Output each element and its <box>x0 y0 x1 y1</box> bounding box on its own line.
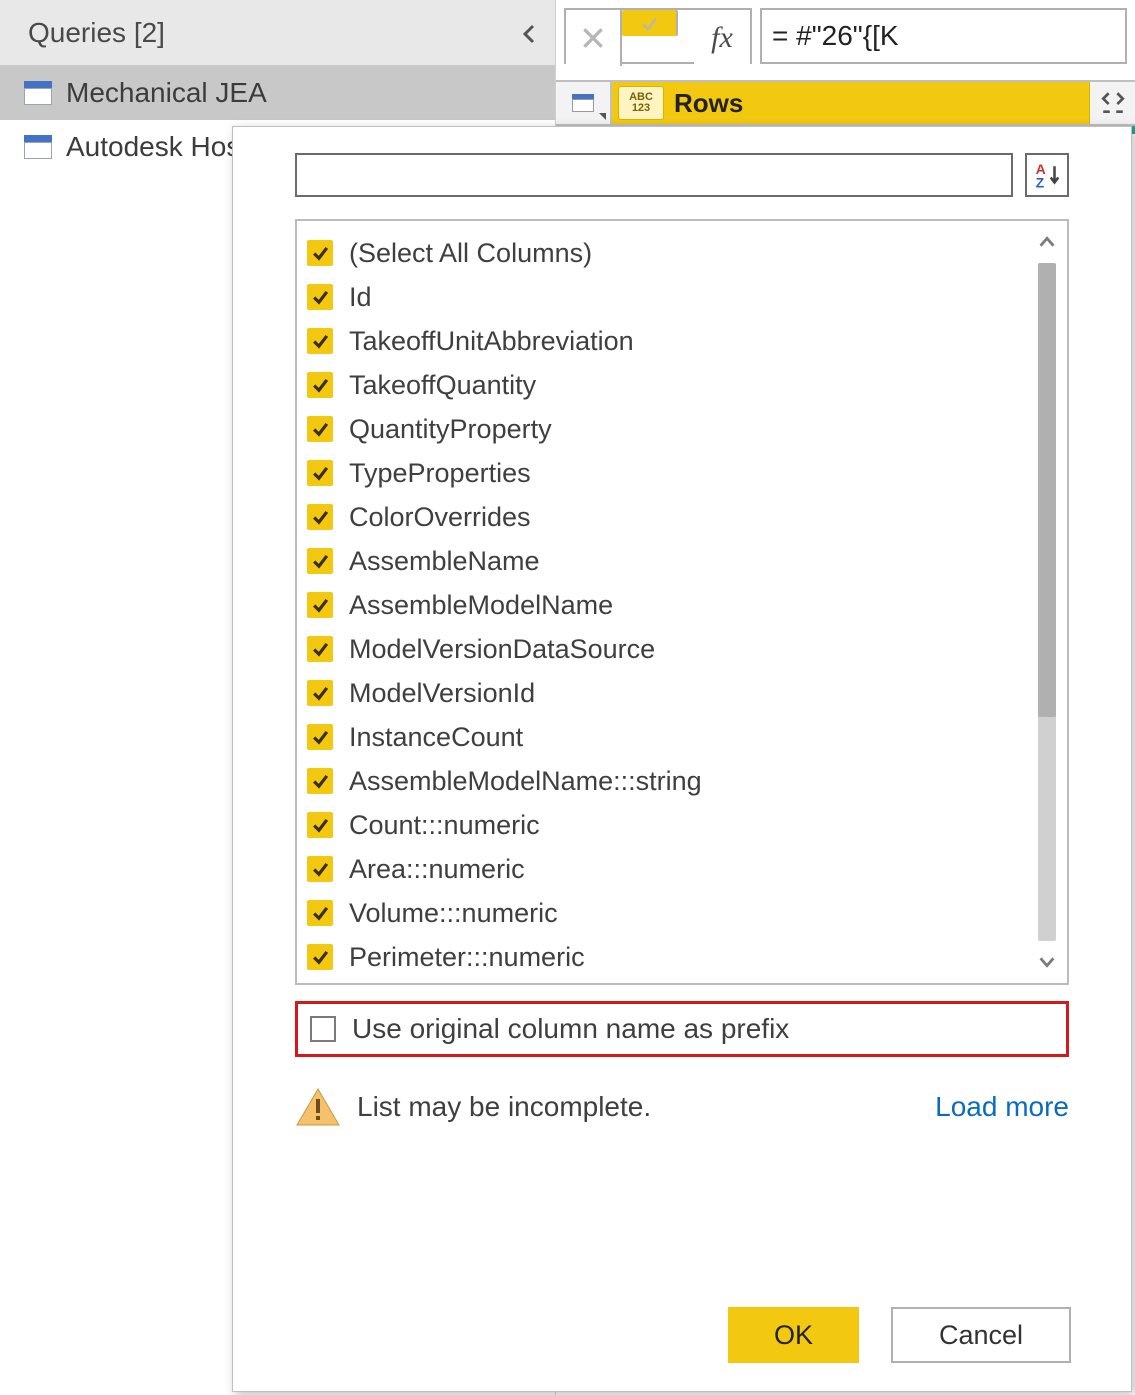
column-label: Count:::numeric <box>349 810 540 841</box>
column-checkbox-item[interactable]: TakeoffUnitAbbreviation <box>307 319 1023 363</box>
formula-input[interactable]: = #"26"{[K <box>760 8 1127 64</box>
checkbox-checked-icon[interactable] <box>307 240 333 266</box>
column-checkbox-item[interactable]: Perimeter:::numeric <box>307 935 1023 979</box>
table-icon <box>24 81 52 105</box>
column-checkbox-item[interactable]: ModelVersionId <box>307 671 1023 715</box>
column-search-input[interactable] <box>295 153 1013 197</box>
svg-text:Z: Z <box>1036 176 1044 191</box>
checkbox-checked-icon[interactable] <box>307 460 333 486</box>
column-checkbox-item[interactable]: AssembleModelName:::string <box>307 759 1023 803</box>
columns-scrollbar[interactable] <box>1027 221 1067 983</box>
column-label: (Select All Columns) <box>349 238 592 269</box>
query-label: Autodesk Hos <box>66 131 240 163</box>
column-checkbox-item[interactable]: AssembleName <box>307 539 1023 583</box>
column-label: QuantityProperty <box>349 414 552 445</box>
column-header-bar: ABC123 Rows <box>556 80 1135 126</box>
use-prefix-checkbox[interactable] <box>310 1016 336 1042</box>
column-label: ModelVersionDataSource <box>349 634 655 665</box>
column-checkbox-item[interactable]: ColorOverrides <box>307 495 1023 539</box>
column-label: ModelVersionId <box>349 678 535 709</box>
checkbox-checked-icon[interactable] <box>307 768 333 794</box>
checkbox-checked-icon[interactable] <box>307 592 333 618</box>
formula-text: = #"26"{[K <box>772 20 899 52</box>
formula-cancel-button[interactable] <box>566 10 622 66</box>
table-icon <box>572 94 594 112</box>
use-prefix-row[interactable]: Use original column name as prefix <box>295 1001 1069 1057</box>
dropdown-arrow-icon <box>599 113 606 120</box>
column-header-rows[interactable]: ABC123 Rows <box>612 82 1089 124</box>
column-label: AssembleModelName <box>349 590 613 621</box>
column-label: TakeoffQuantity <box>349 370 536 401</box>
query-label: Mechanical JEA <box>66 77 267 109</box>
column-checkbox-item[interactable]: Count:::numeric <box>307 803 1023 847</box>
chevron-down-icon <box>1036 951 1058 973</box>
columns-list-box: (Select All Columns) Id TakeoffUnitAbbrevi… <box>295 219 1069 985</box>
checkbox-checked-icon[interactable] <box>307 328 333 354</box>
ok-button[interactable]: OK <box>728 1307 859 1363</box>
column-type-icon: ABC123 <box>618 86 664 120</box>
columns-list: (Select All Columns) Id TakeoffUnitAbbrevi… <box>297 221 1027 983</box>
checkbox-checked-icon[interactable] <box>307 548 333 574</box>
checkbox-checked-icon[interactable] <box>307 856 333 882</box>
column-checkbox-item[interactable]: QuantityProperty <box>307 407 1023 451</box>
column-checkbox-item[interactable]: ModelVersionDataSource <box>307 627 1023 671</box>
column-label: TypeProperties <box>349 458 531 489</box>
chevron-up-icon <box>1036 231 1058 253</box>
expand-column-button[interactable] <box>1089 82 1135 124</box>
column-label: AssembleModelName:::string <box>349 766 702 797</box>
query-item[interactable]: Mechanical JEA <box>0 66 555 120</box>
expand-columns-popup: A Z (Select All Columns) Id TakeoffUnitAbb… <box>232 126 1132 1392</box>
column-checkbox-item[interactable]: AssembleModelName <box>307 583 1023 627</box>
column-checkbox-item[interactable]: Volume:::numeric <box>307 891 1023 935</box>
column-checkbox-item[interactable]: (Select All Columns) <box>307 231 1023 275</box>
load-more-link[interactable]: Load more <box>935 1091 1069 1123</box>
use-prefix-label: Use original column name as prefix <box>352 1013 789 1045</box>
checkbox-checked-icon[interactable] <box>307 284 333 310</box>
checkbox-checked-icon[interactable] <box>307 416 333 442</box>
column-checkbox-item[interactable]: TypeProperties <box>307 451 1023 495</box>
column-checkbox-item[interactable]: Length:::numeric <box>307 979 1023 983</box>
column-label: ColorOverrides <box>349 502 531 533</box>
column-label: Id <box>349 282 372 313</box>
column-label: Area:::numeric <box>349 854 525 885</box>
checkbox-checked-icon[interactable] <box>307 900 333 926</box>
column-name: Rows <box>674 88 743 119</box>
warning-icon <box>295 1087 341 1127</box>
cancel-button[interactable]: Cancel <box>891 1307 1071 1363</box>
checkbox-checked-icon[interactable] <box>307 680 333 706</box>
column-label: Perimeter:::numeric <box>349 942 585 973</box>
table-icon <box>24 135 52 159</box>
fx-button[interactable]: fx <box>694 10 750 66</box>
column-label: InstanceCount <box>349 722 523 753</box>
checkbox-checked-icon[interactable] <box>307 944 333 970</box>
column-label: Volume:::numeric <box>349 898 558 929</box>
formula-bar-area: fx = #"26"{[K <box>556 0 1135 72</box>
checkbox-checked-icon[interactable] <box>307 504 333 530</box>
column-checkbox-item[interactable]: TakeoffQuantity <box>307 363 1023 407</box>
formula-actions: fx <box>564 8 752 64</box>
sort-az-button[interactable]: A Z <box>1025 153 1069 197</box>
column-checkbox-item[interactable]: InstanceCount <box>307 715 1023 759</box>
checkbox-checked-icon[interactable] <box>307 636 333 662</box>
checkbox-checked-icon[interactable] <box>307 812 333 838</box>
queries-header: Queries [2] <box>0 0 555 66</box>
checkbox-checked-icon[interactable] <box>307 372 333 398</box>
column-label: TakeoffUnitAbbreviation <box>349 326 634 357</box>
column-checkbox-item[interactable]: Id <box>307 275 1023 319</box>
column-label: AssembleName <box>349 546 540 577</box>
warning-text: List may be incomplete. <box>357 1091 651 1123</box>
table-select-all[interactable] <box>556 82 612 124</box>
checkbox-checked-icon[interactable] <box>307 724 333 750</box>
formula-commit-button[interactable] <box>622 10 678 36</box>
incomplete-warning-row: List may be incomplete. Load more <box>295 1087 1069 1127</box>
collapse-panel-button[interactable] <box>517 21 541 45</box>
column-checkbox-item[interactable]: Area:::numeric <box>307 847 1023 891</box>
queries-title: Queries [2] <box>28 17 165 49</box>
